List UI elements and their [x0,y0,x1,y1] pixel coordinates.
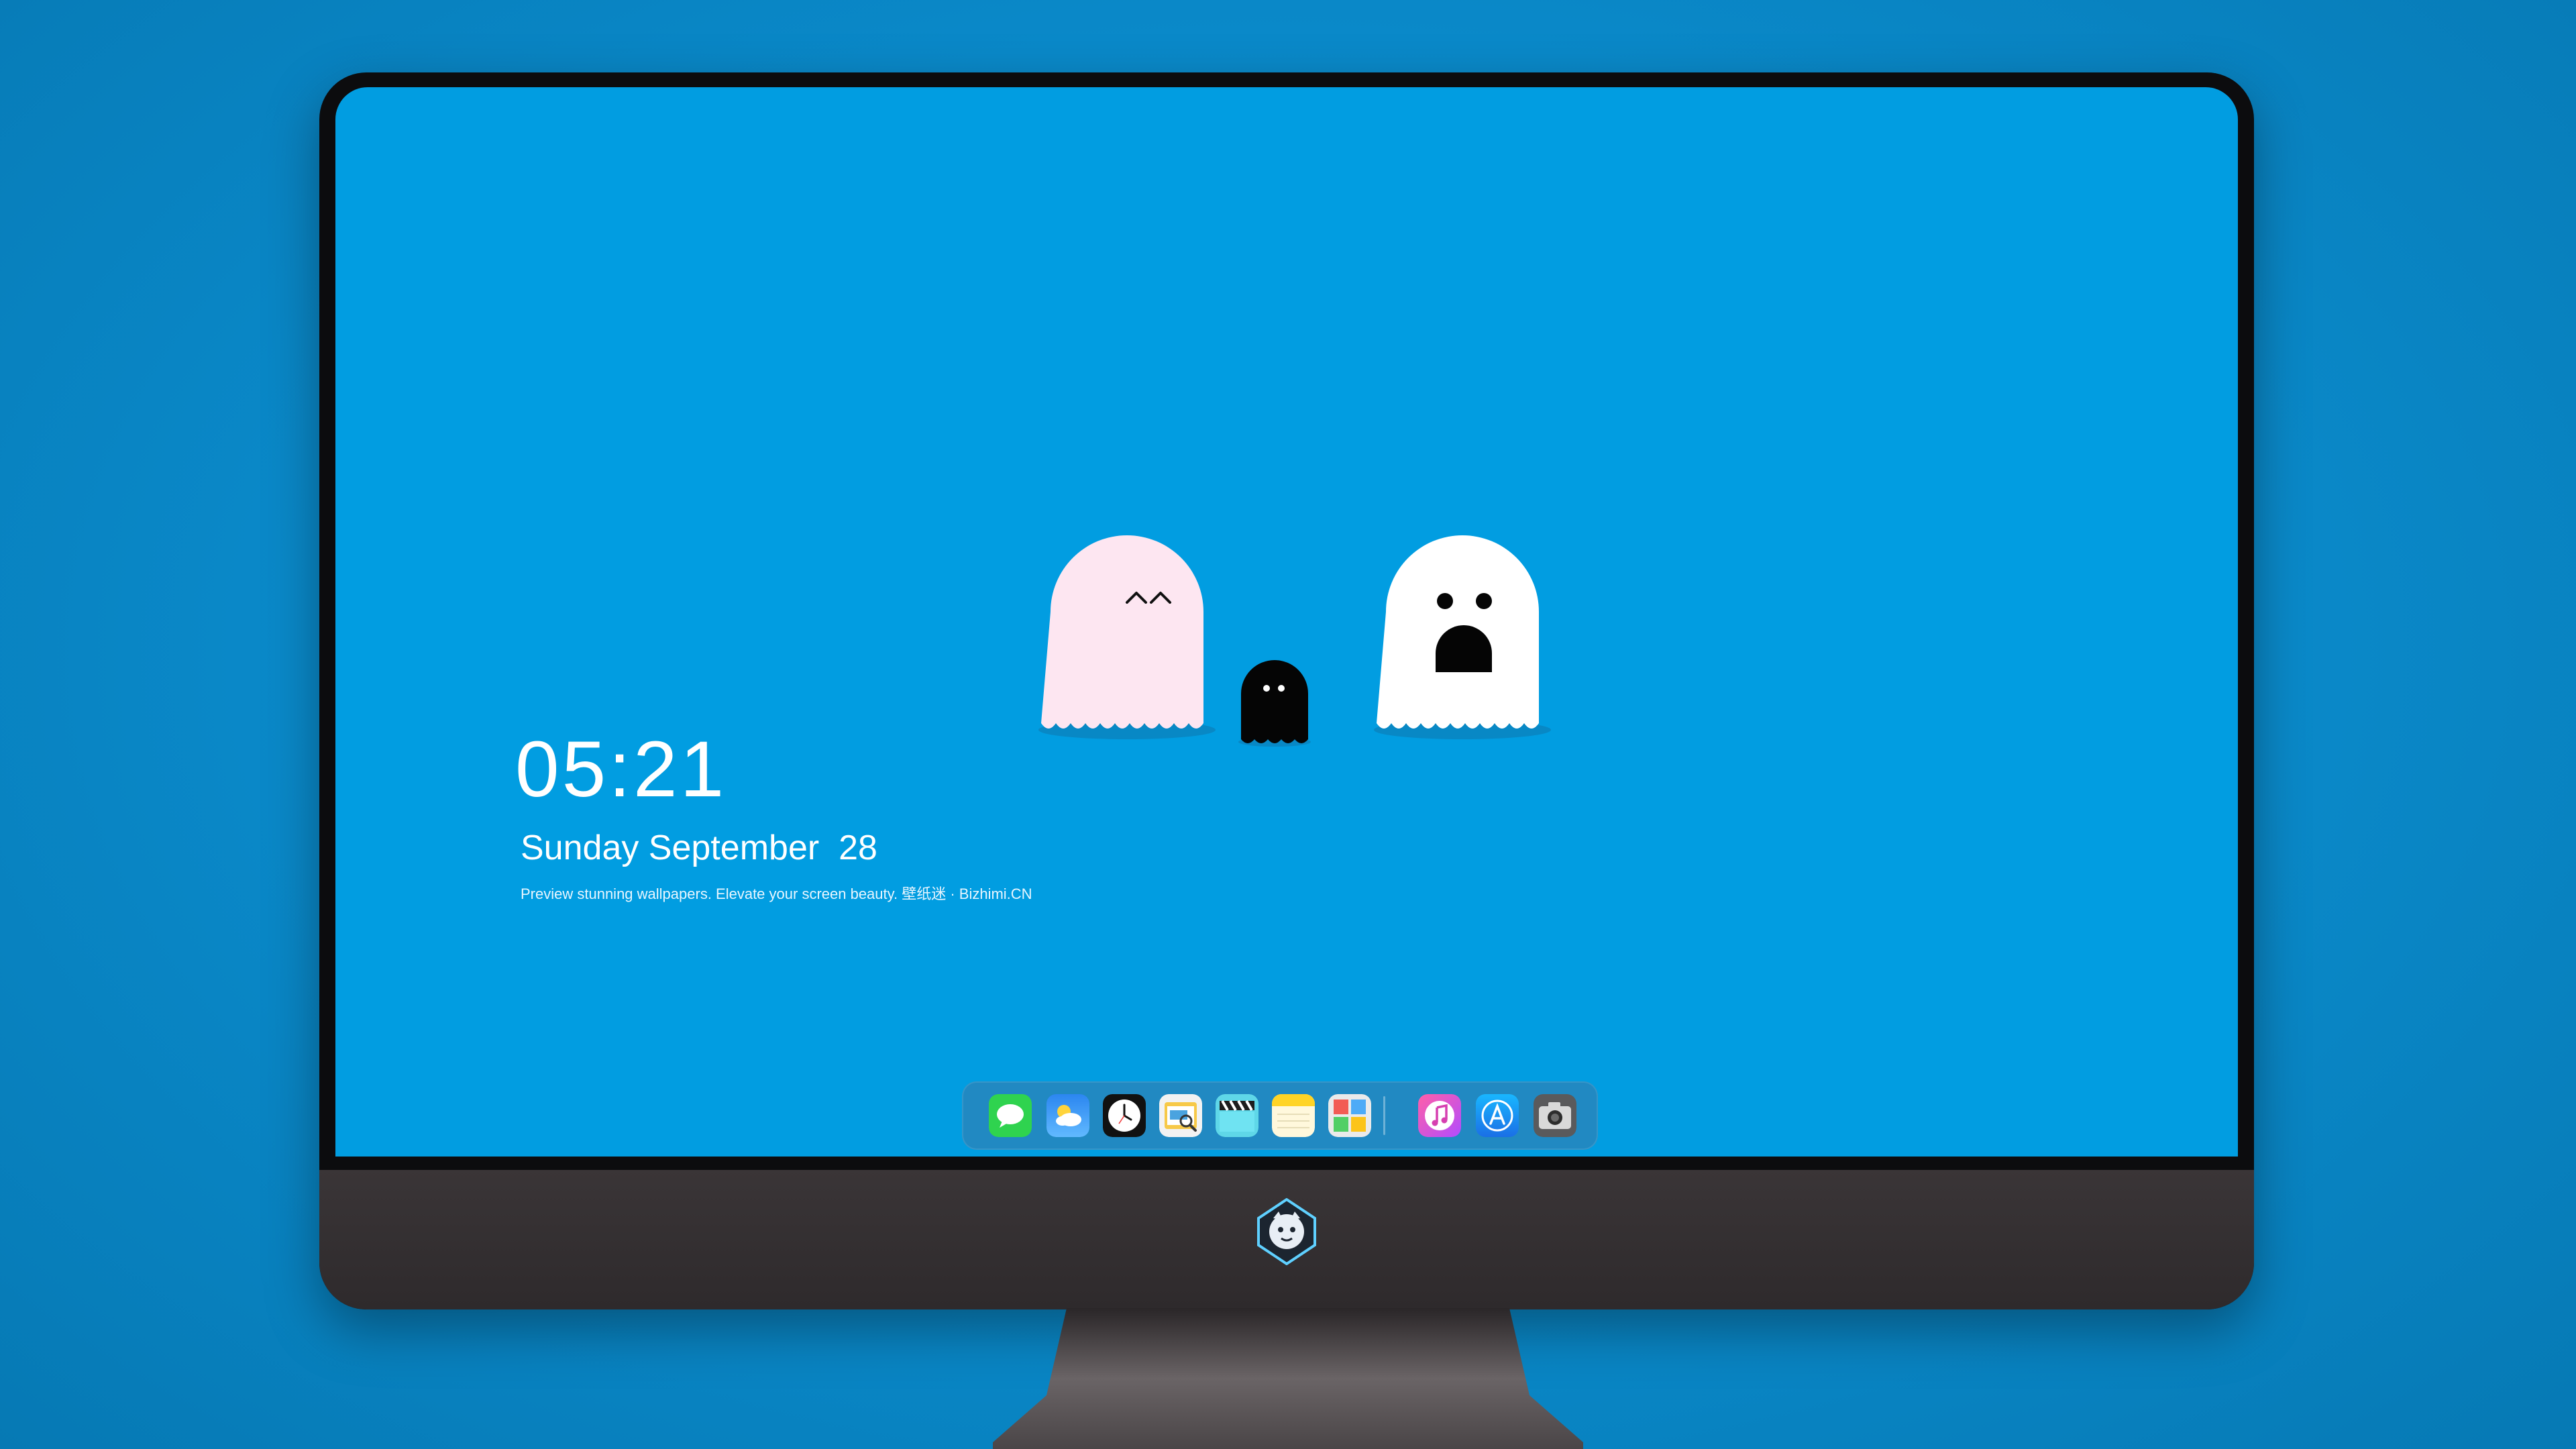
black-ghost [1238,660,1311,747]
app-store-icon[interactable] [1476,1094,1519,1137]
mascot-logo-icon [1257,1198,1316,1265]
dock [962,1081,1598,1150]
preview-icon[interactable] [1159,1094,1202,1137]
notes-icon[interactable] [1272,1094,1315,1137]
monitor-chin [319,1170,2254,1309]
dock-separator [1383,1096,1385,1135]
lock-screen-date: Sunday September 28 [521,828,877,867]
monitor: 05:21 Sunday September 28 Preview stunni… [319,72,2254,1309]
clock-icon[interactable] [1103,1094,1146,1137]
weather-icon[interactable] [1046,1094,1089,1137]
camera-icon[interactable] [1534,1094,1576,1137]
screen: 05:21 Sunday September 28 Preview stunni… [335,87,2238,1157]
messages-icon[interactable] [989,1094,1032,1137]
pink-ghost [1038,535,1216,739]
monitor-stand [993,1308,1583,1449]
white-ghost [1374,535,1551,739]
lock-screen-time: 05:21 [515,725,727,814]
clapperboard-icon[interactable] [1216,1094,1258,1137]
lock-screen-tagline: Preview stunning wallpapers. Elevate you… [521,885,1032,902]
photo-browser-icon[interactable] [1328,1094,1371,1137]
music-icon[interactable] [1418,1094,1461,1137]
